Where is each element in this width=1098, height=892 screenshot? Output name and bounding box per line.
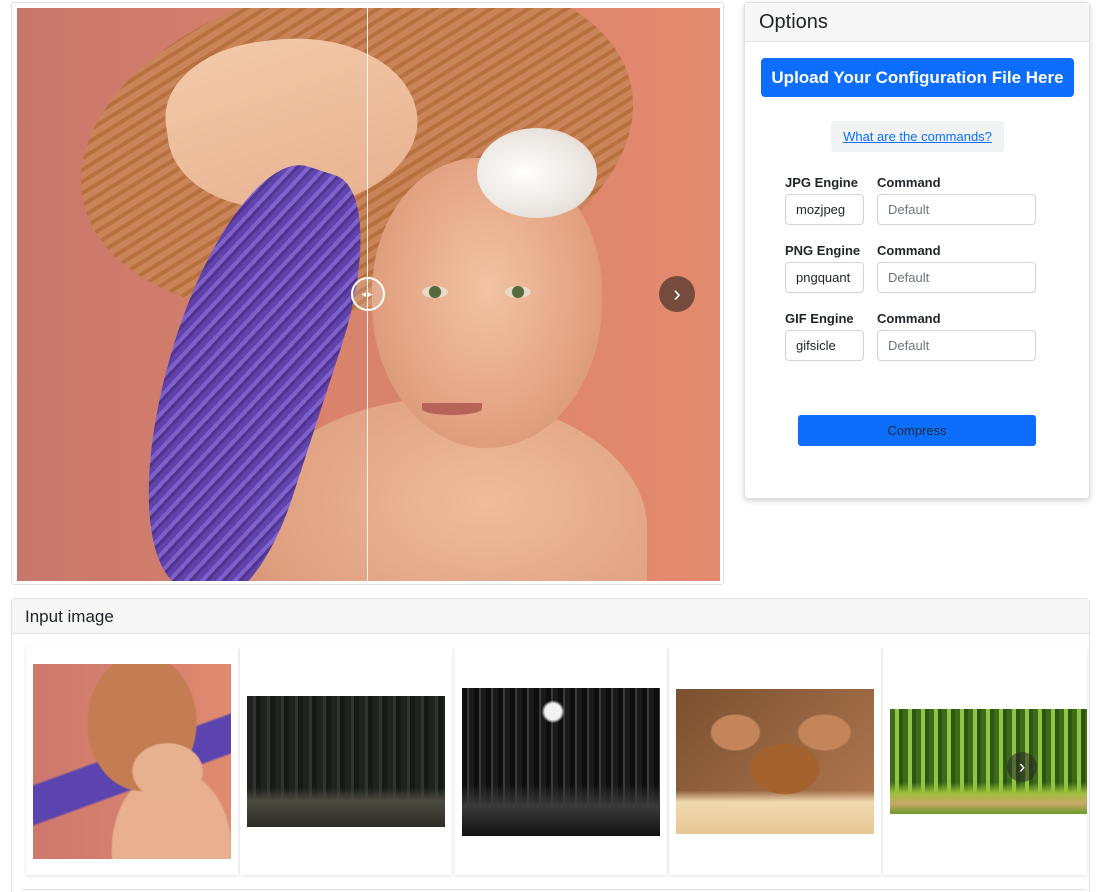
engine-label: GIF Engine	[785, 311, 854, 326]
engine-label: PNG Engine	[785, 243, 861, 258]
image-compare-viewer: ◂▸ ›	[11, 2, 724, 585]
commands-help-link[interactable]: What are the commands?	[831, 121, 1004, 152]
options-panel: Options Upload Your Configuration File H…	[744, 2, 1090, 499]
command-label: Command	[877, 243, 941, 258]
upload-config-button[interactable]: Upload Your Configuration File Here	[761, 58, 1074, 97]
divider	[22, 889, 1086, 890]
input-image-panel: Input image ›	[11, 598, 1090, 892]
thumbnail-mouse[interactable]	[676, 689, 874, 834]
thumbnail-dark-forest[interactable]	[247, 696, 445, 827]
portrait-eye-left	[422, 286, 448, 298]
thumbnail-slot[interactable]	[26, 647, 238, 875]
options-title: Options	[745, 3, 1089, 42]
thumbnail-slot[interactable]	[455, 647, 667, 875]
thumbnail-portrait[interactable]	[33, 664, 231, 859]
gif-engine-input[interactable]	[785, 330, 864, 361]
compress-button[interactable]: Compress	[798, 415, 1036, 446]
chevron-right-icon[interactable]: ›	[659, 276, 695, 312]
thumbnail-night-forest[interactable]	[462, 688, 660, 836]
command-label: Command	[877, 175, 941, 190]
thumbnail-slot[interactable]	[883, 647, 1087, 875]
compare-slider-icon[interactable]: ◂▸	[351, 277, 385, 311]
jpg-command-input[interactable]	[877, 194, 1036, 225]
thumbnail-slot[interactable]	[669, 647, 881, 875]
thumbnail-green-forest[interactable]	[890, 709, 1087, 814]
png-command-input[interactable]	[877, 262, 1036, 293]
portrait-mouth	[422, 403, 482, 415]
portrait-hair	[477, 128, 597, 218]
input-image-title: Input image	[12, 599, 1089, 634]
chevron-right-icon[interactable]: ›	[1007, 752, 1037, 782]
png-engine-input[interactable]	[785, 262, 864, 293]
portrait-eye-right	[505, 286, 531, 298]
thumbnail-slot[interactable]	[240, 647, 452, 875]
command-label: Command	[877, 311, 941, 326]
gif-command-input[interactable]	[877, 330, 1036, 361]
engine-label: JPG Engine	[785, 175, 858, 190]
jpg-engine-input[interactable]	[785, 194, 864, 225]
